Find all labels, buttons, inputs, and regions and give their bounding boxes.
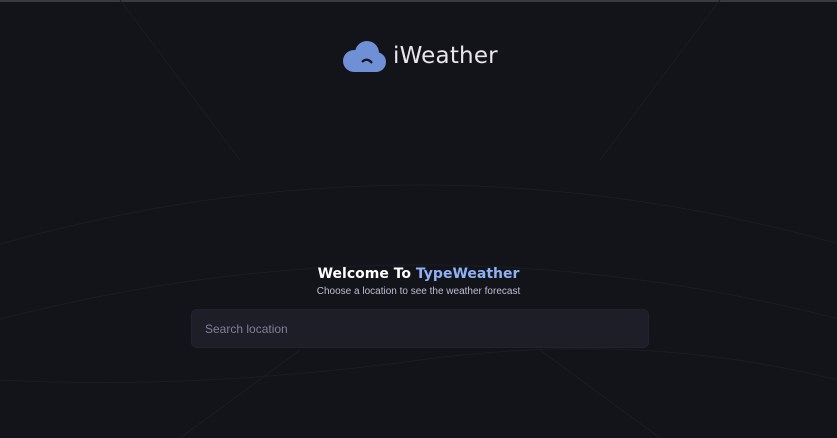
welcome-heading: Welcome To TypeWeather [0,264,837,284]
welcome-section: Welcome To TypeWeather Choose a location… [0,264,837,298]
welcome-prefix: Welcome To [317,266,412,282]
welcome-brand-highlight: TypeWeather [415,266,520,282]
app-brand: iWeather [341,38,498,74]
welcome-subtitle: Choose a location to see the weather for… [316,286,521,297]
search-input[interactable] [192,310,648,347]
search-container [191,309,649,348]
app-title: iWeather [393,43,498,69]
cloud-logo-icon [343,41,386,72]
